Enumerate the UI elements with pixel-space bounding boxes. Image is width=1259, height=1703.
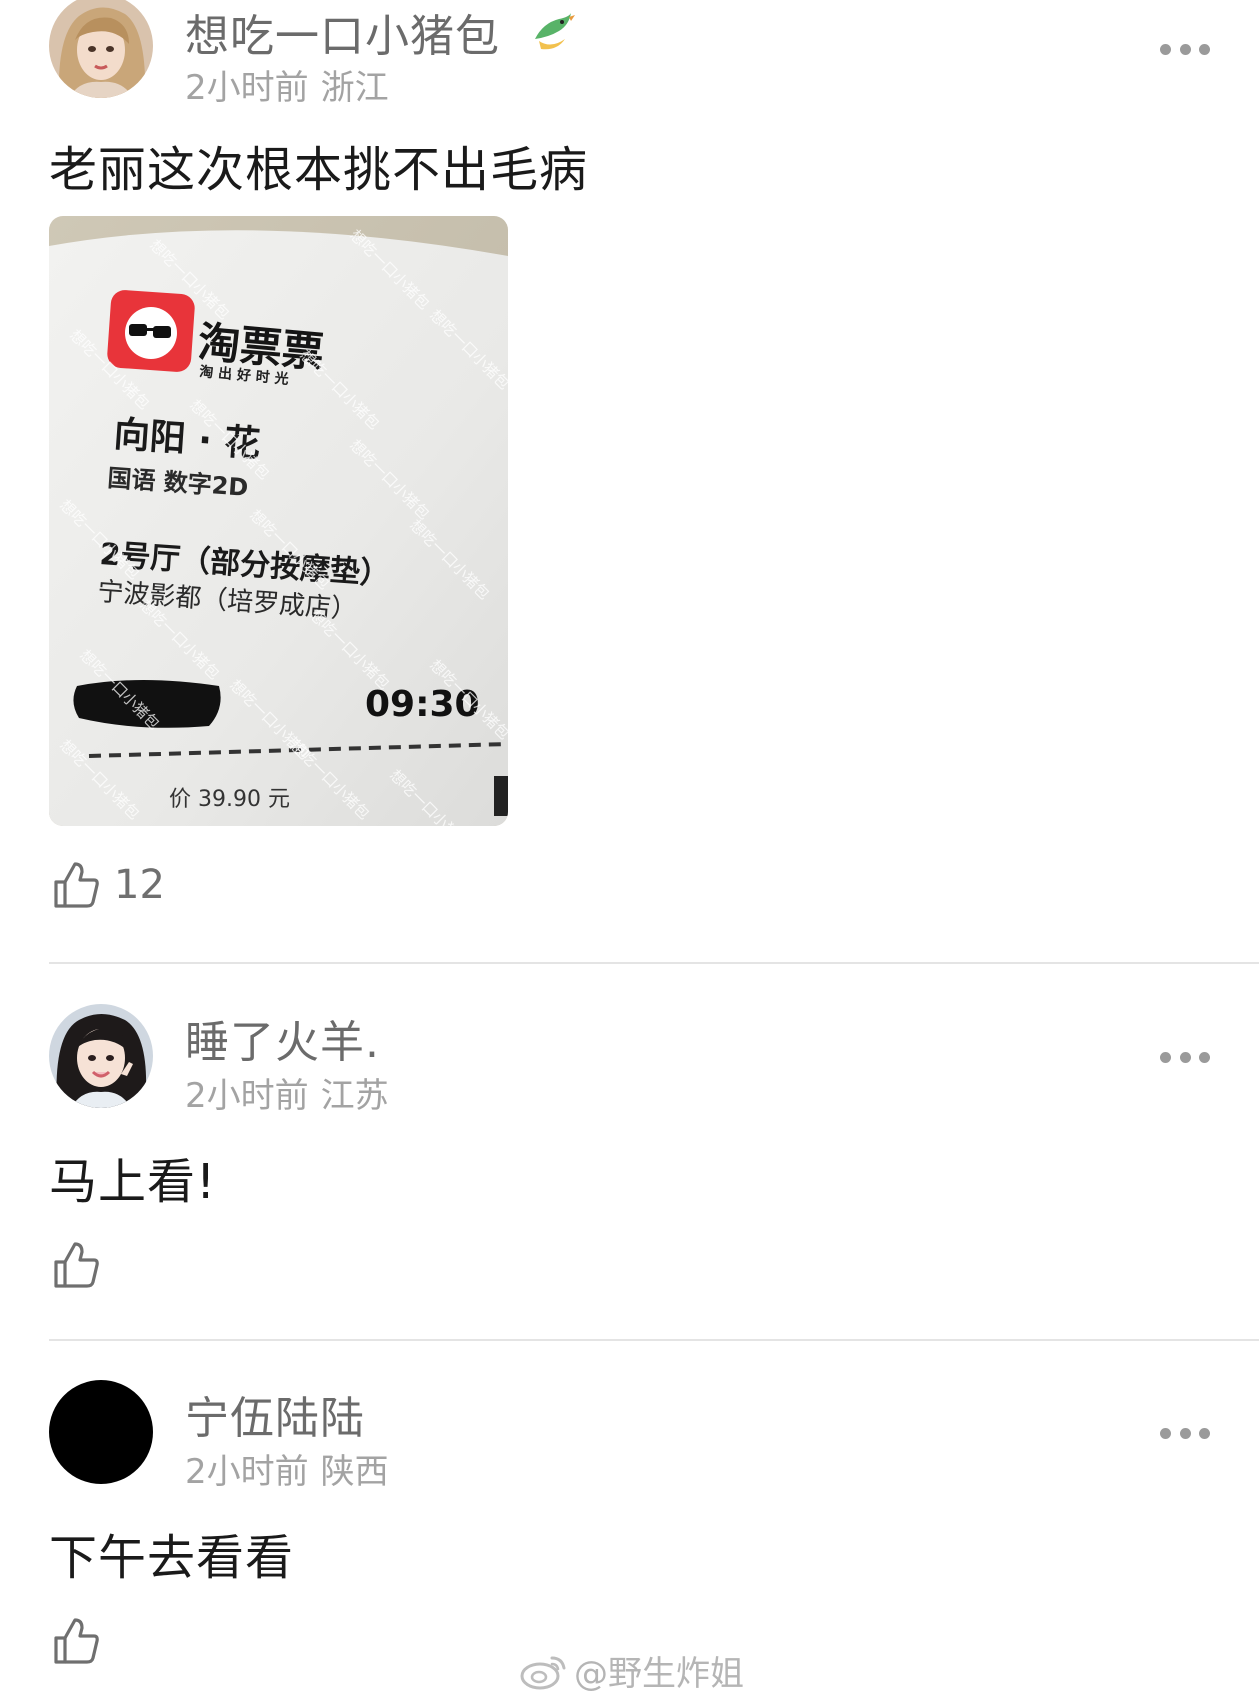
like-button[interactable] <box>52 1614 100 1668</box>
like-button[interactable]: 12 <box>52 858 165 912</box>
thumbs-up-icon <box>54 1618 99 1664</box>
dot-icon <box>1179 1427 1191 1439</box>
avatar-girl-dark-hair-icon <box>49 1004 153 1108</box>
comment-meta: 2小时前 陕西 <box>185 1444 389 1493</box>
avatar[interactable] <box>49 1380 153 1484</box>
dot-icon <box>1199 1427 1210 1439</box>
ticket-price: 价 39.90 元 <box>169 787 290 812</box>
thumbs-up-icon <box>54 1242 99 1288</box>
username[interactable]: 想吃一口小猪包 <box>185 0 575 64</box>
comment-meta: 2小时前 江苏 <box>185 1068 389 1117</box>
bird-badge-icon <box>535 13 575 50</box>
comment-text: 马上看! <box>49 1154 217 1210</box>
comment-location: 浙江 <box>320 68 389 108</box>
divider <box>49 962 1259 964</box>
weibo-logo-icon <box>520 1656 566 1689</box>
more-options-button[interactable] <box>1160 1426 1210 1440</box>
comment-location: 陕西 <box>320 1452 389 1492</box>
dot-icon <box>1199 43 1210 55</box>
dot-icon <box>1160 43 1171 55</box>
like-count: 12 <box>114 862 165 908</box>
footer-watermark-text: @野生炸姐 <box>574 1654 744 1694</box>
username-text: 想吃一口小猪包 <box>185 11 500 62</box>
comment-meta: 2小时前 浙江 <box>185 60 389 109</box>
dot-icon <box>1179 43 1191 55</box>
username[interactable]: 睡了火羊. <box>185 1006 380 1070</box>
avatar[interactable] <box>49 1004 153 1108</box>
comment-text: 下午去看看 <box>49 1530 295 1586</box>
ticket-photo-image: 淘票票 淘 出 好 时 光 向阳 · 花 国语 数字2D 2号厅（部分按摩垫） … <box>49 216 508 826</box>
comment-time: 2小时前 <box>185 1452 309 1492</box>
dot-icon <box>1179 1051 1191 1063</box>
like-button[interactable] <box>52 1238 100 1292</box>
thumbs-up-icon <box>54 862 99 908</box>
avatar-girl-blonde-icon <box>49 0 153 98</box>
comment-text: 老丽这次根本挑不出毛病 <box>49 142 589 198</box>
dot-icon <box>1160 1051 1171 1063</box>
avatar-black-circle-icon <box>49 1380 153 1484</box>
comment-photo[interactable]: 淘票票 淘 出 好 时 光 向阳 · 花 国语 数字2D 2号厅（部分按摩垫） … <box>49 216 508 826</box>
comment-location: 江苏 <box>320 1076 389 1116</box>
username[interactable]: 宁伍陆陆 <box>185 1382 365 1446</box>
more-options-button[interactable] <box>1160 1050 1210 1064</box>
comment-time: 2小时前 <box>185 68 309 108</box>
dot-icon <box>1199 1051 1210 1063</box>
divider <box>49 1339 1259 1341</box>
dot-icon <box>1160 1427 1171 1439</box>
footer-watermark: @野生炸姐 <box>520 1646 744 1695</box>
comment-time: 2小时前 <box>185 1076 309 1116</box>
avatar[interactable] <box>49 0 153 98</box>
more-options-button[interactable] <box>1160 42 1210 56</box>
